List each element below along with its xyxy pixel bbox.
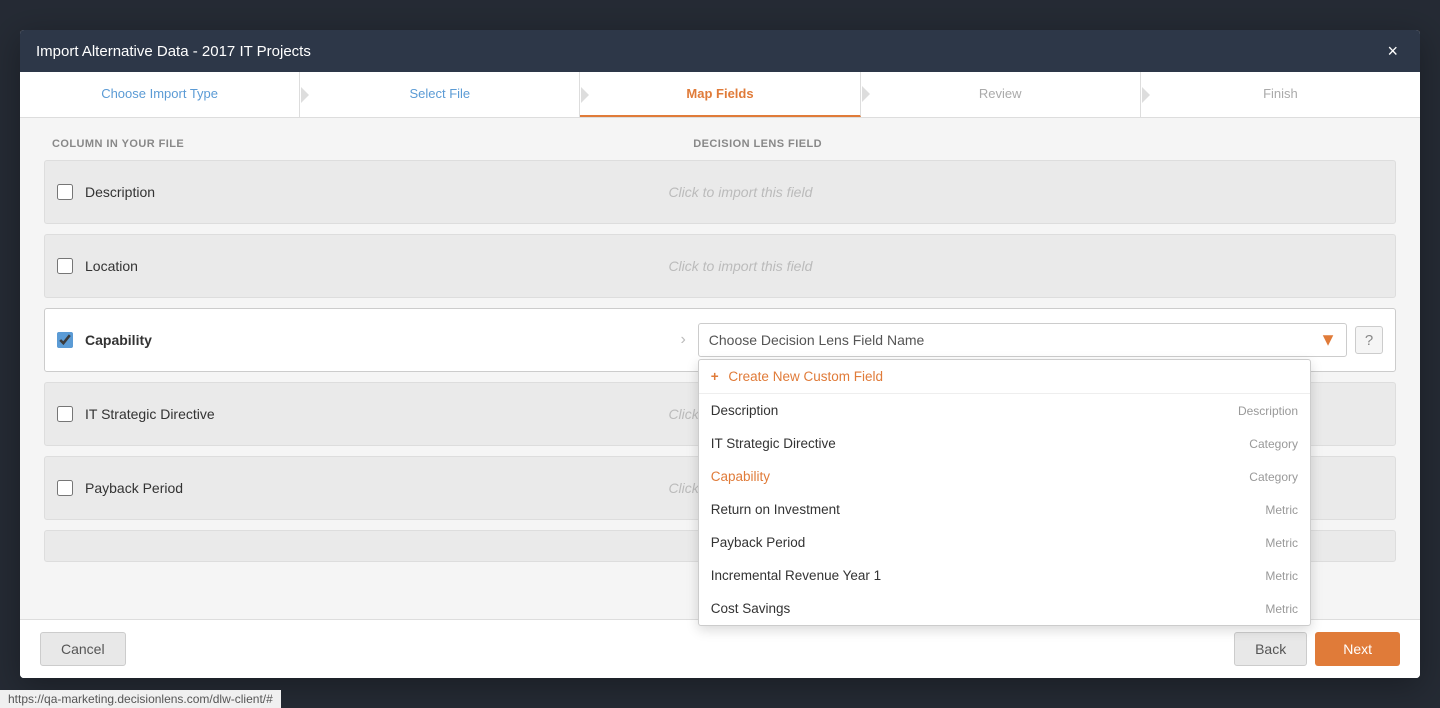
arrow-icon: ›: [680, 331, 685, 349]
item-type: Metric: [1265, 569, 1298, 583]
cancel-button[interactable]: Cancel: [40, 632, 126, 666]
dropdown-item-cost-savings[interactable]: Cost Savings Metric: [699, 592, 1310, 625]
item-label: Capability: [711, 469, 770, 484]
location-field-name: Location: [85, 258, 668, 274]
item-type: Category: [1249, 470, 1298, 484]
dropdown-item-description[interactable]: Description Description: [699, 394, 1310, 427]
location-checkbox[interactable]: [57, 258, 73, 274]
description-mapping: Click to import this field: [668, 184, 1383, 200]
modal-header: Import Alternative Data - 2017 IT Projec…: [20, 30, 1420, 72]
plus-icon: +: [711, 369, 719, 384]
field-mapping-dropdown[interactable]: Choose Decision Lens Field Name: [698, 323, 1347, 357]
dropdown-wrapper: Choose Decision Lens Field Name ▼ + Crea…: [698, 323, 1383, 357]
modal-footer: Cancel Back Next: [20, 619, 1420, 678]
location-mapping: Click to import this field: [668, 258, 1383, 274]
item-label: Description: [711, 403, 779, 418]
item-label: Cost Savings: [711, 601, 791, 616]
column-in-file-header: COLUMN IN YOUR FILE: [52, 138, 693, 150]
payback-period-field-name: Payback Period: [85, 480, 668, 496]
description-checkbox[interactable]: [57, 184, 73, 200]
field-row-location[interactable]: Location Click to import this field: [44, 234, 1396, 298]
item-type: Metric: [1265, 536, 1298, 550]
dropdown-placeholder: Choose Decision Lens Field Name: [709, 332, 925, 348]
modal-body: COLUMN IN YOUR FILE DECISION LENS FIELD …: [20, 118, 1420, 678]
status-url: https://qa-marketing.decisionlens.com/dl…: [8, 692, 273, 706]
step-label: Finish: [1263, 86, 1298, 101]
close-button[interactable]: ×: [1381, 40, 1404, 62]
item-type: Metric: [1265, 503, 1298, 517]
step-label: Review: [979, 86, 1022, 101]
create-new-custom-field[interactable]: + Create New Custom Field: [699, 360, 1310, 394]
dropdown-item-payback-period[interactable]: Payback Period Metric: [699, 526, 1310, 559]
step-select-file[interactable]: Select File: [300, 72, 580, 117]
item-type: Description: [1238, 404, 1298, 418]
step-choose-import-type[interactable]: Choose Import Type: [20, 72, 300, 117]
item-label: IT Strategic Directive: [711, 436, 836, 451]
item-type: Metric: [1265, 602, 1298, 616]
create-new-label: Create New Custom Field: [728, 369, 883, 384]
it-strategic-directive-checkbox[interactable]: [57, 406, 73, 422]
decision-lens-field-header: DECISION LENS FIELD: [693, 138, 1388, 150]
column-headers: COLUMN IN YOUR FILE DECISION LENS FIELD: [44, 138, 1396, 150]
status-bar: https://qa-marketing.decisionlens.com/dl…: [0, 690, 281, 708]
dropdown-menu: + Create New Custom Field Description De…: [698, 359, 1311, 626]
step-finish[interactable]: Finish: [1141, 72, 1420, 117]
item-label: Incremental Revenue Year 1: [711, 568, 881, 583]
dropdown-item-it-strategic-directive[interactable]: IT Strategic Directive Category: [699, 427, 1310, 460]
item-label: Payback Period: [711, 535, 806, 550]
dropdown-item-capability[interactable]: Capability Category: [699, 460, 1310, 493]
modal-overlay: Import Alternative Data - 2017 IT Projec…: [0, 0, 1440, 708]
help-button[interactable]: ?: [1355, 326, 1383, 354]
stepper: Choose Import Type Select File Map Field…: [20, 72, 1420, 118]
back-button[interactable]: Back: [1234, 632, 1307, 666]
payback-period-checkbox[interactable]: [57, 480, 73, 496]
step-label: Map Fields: [686, 86, 753, 101]
item-label: Return on Investment: [711, 502, 840, 517]
step-map-fields[interactable]: Map Fields: [580, 72, 860, 117]
it-strategic-directive-field-name: IT Strategic Directive: [85, 406, 668, 422]
step-label: Choose Import Type: [101, 86, 218, 101]
capability-field-name: Capability: [85, 332, 668, 348]
field-row-capability[interactable]: Capability › Choose Decision Lens Field …: [44, 308, 1396, 372]
dropdown-item-return-on-investment[interactable]: Return on Investment Metric: [699, 493, 1310, 526]
next-button[interactable]: Next: [1315, 632, 1400, 666]
step-review[interactable]: Review: [861, 72, 1141, 117]
modal-title: Import Alternative Data - 2017 IT Projec…: [36, 43, 311, 60]
footer-right: Back Next: [1234, 632, 1400, 666]
dropdown-item-incremental-revenue[interactable]: Incremental Revenue Year 1 Metric: [699, 559, 1310, 592]
field-row-description[interactable]: Description Click to import this field: [44, 160, 1396, 224]
modal: Import Alternative Data - 2017 IT Projec…: [20, 30, 1420, 678]
capability-checkbox[interactable]: [57, 332, 73, 348]
item-type: Category: [1249, 437, 1298, 451]
step-label: Select File: [409, 86, 470, 101]
description-field-name: Description: [85, 184, 668, 200]
